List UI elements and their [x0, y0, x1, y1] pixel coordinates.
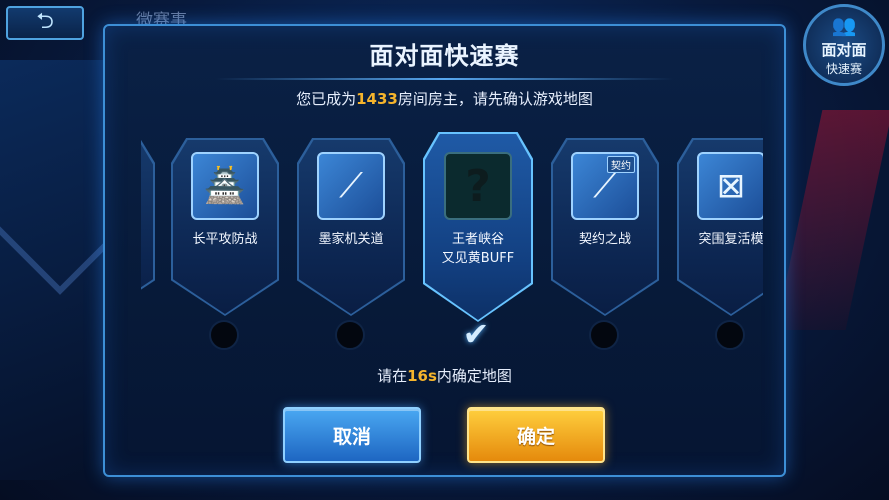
map-name: 墨家机关道: [318, 232, 384, 247]
cancel-button[interactable]: 取消: [283, 407, 421, 463]
map-name: 长平攻防战: [192, 232, 258, 247]
map-carousel[interactable]: 🏯 长平攻防战 ⟋ 墨家机关道 ? 王者峡谷 又见黄BUFF ⟋ 契约 契约之战 …: [141, 132, 763, 342]
checkmark-icon[interactable]: ✔: [461, 318, 491, 350]
host-notice: 您已成为1433房间房主，请先确认游戏地图: [105, 88, 784, 109]
people-icon: 👥: [831, 13, 857, 37]
map-name: 契约之战: [578, 232, 631, 247]
mechanism-road-icon: ⟋: [317, 152, 385, 220]
timer-prefix: 请在: [377, 367, 408, 385]
map-name-block: 王者峡谷 又见黄BUFF: [423, 230, 533, 268]
countdown-value: 16s: [407, 367, 437, 385]
host-notice-suffix: 房间房主，请先确认游戏地图: [397, 90, 593, 108]
map-radio-breakout[interactable]: [715, 320, 745, 350]
map-select-dialog: 面对面快速赛 您已成为1433房间房主，请先确认游戏地图 🏯 长平攻防战 ⟋ 墨…: [103, 24, 786, 477]
map-card-kings-canyon[interactable]: ? 王者峡谷 又见黄BUFF: [423, 132, 533, 322]
map-subname: 又见黄BUFF: [441, 251, 515, 266]
map-radio-mojia[interactable]: [335, 320, 365, 350]
map-card-contract[interactable]: ⟋ 契约 契约之战: [551, 138, 659, 316]
contract-tag: 契约: [607, 156, 635, 173]
back-arrow-icon: ⮌: [36, 9, 54, 34]
face-to-face-badge[interactable]: 👥 面对面 快速赛: [803, 4, 885, 86]
map-radio-changping[interactable]: [209, 320, 239, 350]
map-card-breakout[interactable]: ⊠ 突围复活模: [677, 138, 763, 316]
countdown-notice: 请在16s内确定地图: [105, 365, 784, 386]
badge-line1: 面对面: [821, 41, 867, 59]
title-divider: [215, 78, 674, 80]
map-radio-contract[interactable]: [589, 320, 619, 350]
breakout-icon: ⊠: [697, 152, 763, 220]
timer-suffix: 内确定地图: [436, 367, 512, 385]
host-notice-prefix: 您已成为: [296, 90, 357, 108]
badge-line2: 快速赛: [825, 62, 862, 76]
room-number: 1433: [356, 90, 398, 108]
map-name: 王者峡谷: [451, 232, 504, 247]
dialog-title: 面对面快速赛: [369, 42, 520, 70]
map-name: 突围复活模: [698, 232, 763, 247]
map-card-changping[interactable]: 🏯 长平攻防战: [171, 138, 279, 316]
contract-icon: ⟋ 契约: [571, 152, 639, 220]
map-card-partial[interactable]: [141, 138, 155, 316]
question-mark-icon: ?: [444, 152, 512, 220]
fortress-icon: 🏯: [191, 152, 259, 220]
map-card-mojia[interactable]: ⟋ 墨家机关道: [297, 138, 405, 316]
confirm-button[interactable]: 确定: [467, 407, 605, 463]
back-button[interactable]: ⮌: [6, 6, 84, 40]
